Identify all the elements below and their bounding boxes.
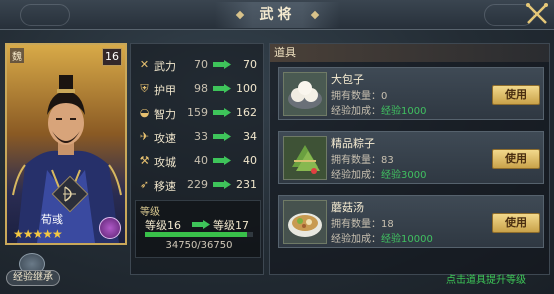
stat-next: 40 xyxy=(243,154,257,167)
stat-current: 229 xyxy=(187,178,208,191)
steamed-bun-icon xyxy=(284,73,326,115)
arrow-right-icon xyxy=(213,84,231,93)
stat-next: 70 xyxy=(243,58,257,71)
exp-inherit-button[interactable]: 经验继承 xyxy=(6,253,60,289)
page-title: 武将 xyxy=(259,7,296,23)
hero-card[interactable]: 魏 16 荀彧 ★★★★★ xyxy=(5,43,127,245)
use-button[interactable]: 使用 xyxy=(492,149,540,169)
arrow-right-icon xyxy=(192,220,210,229)
stat-row-armor: ⛨ 护甲 98 100 xyxy=(131,78,265,100)
hero-name: 荀彧 xyxy=(41,213,63,226)
use-button[interactable]: 使用 xyxy=(492,213,540,233)
exp-progress-bar xyxy=(145,232,253,237)
title-plate: 武将 xyxy=(215,2,340,28)
item-name: 蘑菇汤 xyxy=(331,201,364,214)
stat-next: 231 xyxy=(236,178,257,191)
stat-row-move-speed: ➶ 移速 229 231 xyxy=(131,174,265,196)
stat-name: 智力 xyxy=(154,108,176,121)
level-section-label: 等级 xyxy=(140,207,160,218)
item-exp-bonus: 经验加成：经验3000 xyxy=(331,170,427,181)
item-owned: 拥有数量：18 xyxy=(331,219,394,230)
exp-progress-fill xyxy=(145,232,248,237)
item-name: 大包子 xyxy=(331,73,364,86)
item-owned: 拥有数量：83 xyxy=(331,155,394,166)
exp-progress-text: 34750/36750 xyxy=(165,240,233,251)
item-thumbnail xyxy=(283,136,327,180)
stat-next: 162 xyxy=(236,106,257,119)
stat-row-siege: ⚒ 攻城 40 40 xyxy=(131,150,265,172)
level-current: 等级16 xyxy=(145,219,181,232)
bow-icon xyxy=(63,186,76,202)
stat-current: 33 xyxy=(194,130,208,143)
zongzi-icon xyxy=(284,137,326,179)
items-panel: 道具 大包子 拥有数量：0 经验加成：经验1000 使用 精品粽子 拥有数量：8… xyxy=(269,43,550,275)
sword-icon: ✕ xyxy=(139,58,150,71)
item-row-zongzi[interactable]: 精品粽子 拥有数量：83 经验加成：经验3000 使用 xyxy=(278,131,544,184)
item-exp-bonus: 经验加成：经验10000 xyxy=(331,234,433,245)
skill-icon[interactable] xyxy=(99,217,121,239)
arrow-right-icon xyxy=(213,180,231,189)
item-exp-bonus: 经验加成：经验1000 xyxy=(331,106,427,117)
stat-name: 攻城 xyxy=(154,156,176,169)
level-progress-box: 等级 等级16 等级17 34750/36750 xyxy=(135,200,261,258)
level-next: 等级17 xyxy=(213,219,249,232)
item-name: 精品粽子 xyxy=(331,137,375,150)
speed-icon: ✈ xyxy=(139,130,150,143)
stat-name: 移速 xyxy=(154,180,176,193)
hero-star-rating: ★★★★★ xyxy=(13,227,63,241)
cloud-ornament-left xyxy=(20,4,70,26)
diamond-ornament-left xyxy=(235,10,245,20)
stat-next: 100 xyxy=(236,82,257,95)
fan-icon: ◒ xyxy=(139,106,150,119)
stat-current: 98 xyxy=(194,82,208,95)
items-panel-header: 道具 xyxy=(270,44,549,62)
stat-next: 34 xyxy=(243,130,257,143)
faction-label: 魏 xyxy=(10,48,24,63)
hint-text: 点击道具提升等级 xyxy=(446,275,526,286)
item-row-mushroom-soup[interactable]: 蘑菇汤 拥有数量：18 经验加成：经验10000 使用 xyxy=(278,195,544,248)
stat-name: 攻速 xyxy=(154,132,176,145)
stats-panel: ✕ 武力 70 70 ⛨ 护甲 98 100 ◒ 智力 159 162 ✈ 攻速… xyxy=(130,43,264,275)
hero-level-badge: 16 xyxy=(102,48,122,66)
crossed-swords-close-icon xyxy=(526,3,548,24)
diamond-ornament-right xyxy=(310,10,320,20)
arrow-right-icon xyxy=(213,60,231,69)
stat-name: 护甲 xyxy=(154,84,176,97)
stat-row-attack-speed: ✈ 攻速 33 34 xyxy=(131,126,265,148)
stat-current: 40 xyxy=(194,154,208,167)
mushroom-soup-icon xyxy=(284,201,326,243)
siege-icon: ⚒ xyxy=(139,154,150,167)
stat-row-intelligence: ◒ 智力 159 162 xyxy=(131,102,265,124)
item-thumbnail xyxy=(283,72,327,116)
boot-icon: ➶ xyxy=(139,178,150,191)
shield-icon: ⛨ xyxy=(140,82,149,95)
stat-current: 159 xyxy=(187,106,208,119)
use-button[interactable]: 使用 xyxy=(492,85,540,105)
item-row-baozi[interactable]: 大包子 拥有数量：0 经验加成：经验1000 使用 xyxy=(278,67,544,120)
exp-inherit-label: 经验继承 xyxy=(6,270,60,286)
arrow-right-icon xyxy=(213,132,231,141)
arrow-right-icon xyxy=(213,156,231,165)
stat-current: 70 xyxy=(194,58,208,71)
title-bar: 武将 xyxy=(0,0,554,30)
item-owned: 拥有数量：0 xyxy=(331,91,388,102)
close-button[interactable] xyxy=(524,2,550,28)
stat-row-strength: ✕ 武力 70 70 xyxy=(131,54,265,76)
stat-name: 武力 xyxy=(154,60,176,73)
arrow-right-icon xyxy=(213,108,231,117)
item-thumbnail xyxy=(283,200,327,244)
